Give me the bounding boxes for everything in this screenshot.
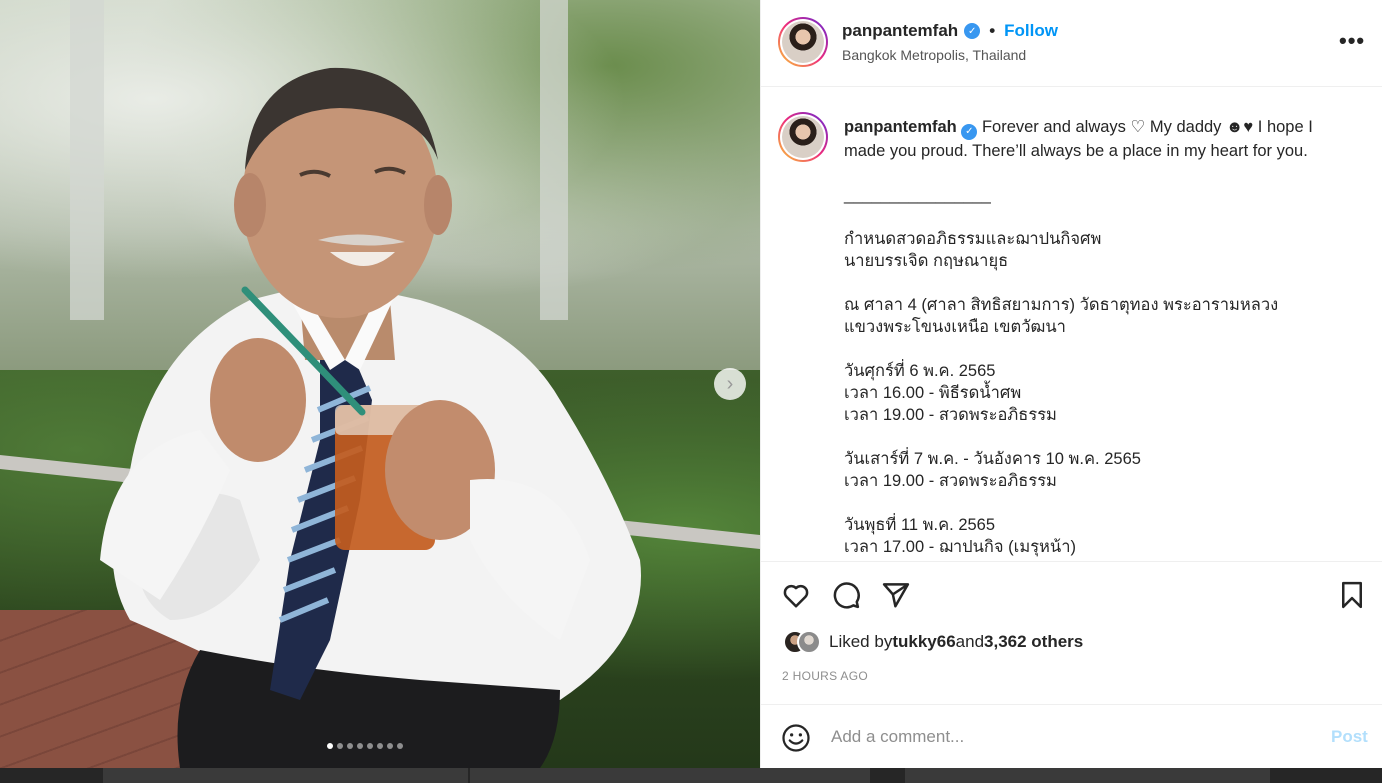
carousel-dot [367,743,373,749]
post-comment-button[interactable]: Post [1331,727,1368,747]
caption-line: นายบรรเจิด กฤษณายุธ [844,252,1009,270]
caption-text: panpantemfah ✓ Forever and always ♡ My d… [844,116,1354,558]
likes-others-link[interactable]: 3,362 others [984,632,1083,652]
caption-text-part: Forever and always [977,118,1131,136]
more-options-icon[interactable]: ••• [1339,28,1365,54]
carousel-dot [347,743,353,749]
carousel-dots [327,743,403,749]
caption-author-avatar[interactable] [778,112,828,162]
like-heart-icon[interactable] [781,580,811,610]
carousel-dot [387,743,393,749]
follow-button[interactable]: Follow [1004,21,1058,41]
post-header: panpantemfah ✓ • Follow Bangkok Metropol… [761,0,1382,87]
caption-area: panpantemfah ✓ Forever and always ♡ My d… [761,88,1382,561]
post-details-panel: panpantemfah ✓ • Follow Bangkok Metropol… [760,0,1382,768]
author-row: panpantemfah ✓ • Follow [842,21,1058,41]
post-timestamp[interactable]: 2 HOURS AGO [782,669,868,683]
caption-line: ณ ศาลา 4 (ศาลา สิทธิสยามการ) วัดธาตุทอง … [844,296,1279,314]
share-send-icon[interactable] [881,580,911,610]
liker-username[interactable]: tukky66 [892,632,955,652]
comment-bubble-icon[interactable] [831,580,861,610]
likes-summary: Liked by tukky66 and 3,362 others [783,630,1083,654]
caption-line: กำหนดสวดอภิธรรมและฌาปนกิจศพ [844,230,1102,248]
caption-text-part: My daddy [1145,118,1227,136]
background-post-strip [0,768,1382,783]
caption-line: เวลา 16.00 - พิธีรดน้ำศพ [844,384,1022,402]
emoji-smiley-icon[interactable] [781,723,811,753]
separator-dot: • [989,21,996,40]
post-location[interactable]: Bangkok Metropolis, Thailand [842,47,1026,63]
caption-username[interactable]: panpantemfah [844,118,957,136]
carousel-dot [337,743,343,749]
old-man-figure [100,67,641,768]
caption-line: แขวงพระโขนงเหนือ เขตวัฒนา [844,318,1066,336]
comment-bar: Post [761,704,1382,768]
post-photo[interactable]: › [0,0,760,768]
caption-line: เวลา 17.00 - ฌาปนกิจ (เมรุหน้า) [844,538,1076,556]
verified-badge-icon: ✓ [961,124,978,140]
carousel-dot [397,743,403,749]
caption-text-part: ♥ I hope I [1243,118,1313,136]
chevron-right-icon: › [726,372,734,395]
caption-line: วันพุธที่ 11 พ.ค. 2565 [844,516,996,534]
author-username[interactable]: panpantemfah [842,21,958,41]
caption-line: วันเสาร์ที่ 7 พ.ค. - วันอังคาร 10 พ.ค. 2… [844,450,1141,468]
caption-rule: ________________ [844,186,991,204]
verified-badge-icon: ✓ [964,23,981,39]
author-avatar[interactable] [778,17,828,67]
comment-input[interactable] [831,723,1301,751]
carousel-dot [377,743,383,749]
caption-line: เวลา 19.00 - สวดพระอภิธรรม [844,406,1057,424]
caption-line: เวลา 19.00 - สวดพระอภิธรรม [844,472,1057,490]
likes-middle: and [955,632,985,651]
liker-avatar[interactable] [797,630,821,654]
carousel-dot [327,743,333,749]
carousel-next-button[interactable]: › [714,368,746,400]
carousel-dot [357,743,363,749]
face-emoji-icon: ☻ [1226,118,1244,136]
caption-line: วันศุกร์ที่ 6 พ.ค. 2565 [844,362,996,380]
save-bookmark-icon[interactable] [1337,580,1367,610]
caption-line: made you proud. There’ll always be a pla… [844,142,1308,160]
likes-prefix: Liked by [829,632,893,651]
white-heart-emoji-icon: ♡ [1130,118,1146,136]
action-bar [761,561,1382,621]
